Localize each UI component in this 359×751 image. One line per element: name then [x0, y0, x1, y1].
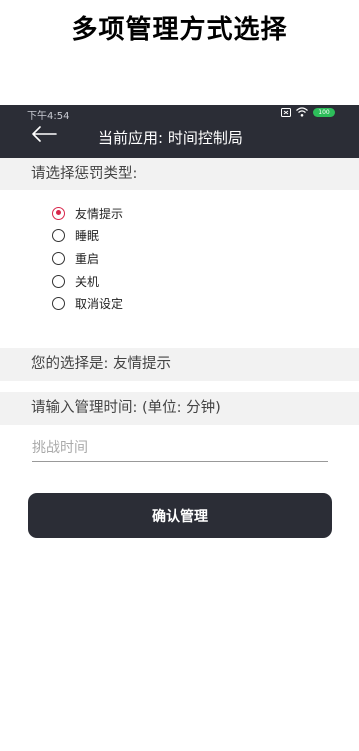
selection-display: 您的选择是: 友情提示 — [0, 348, 359, 381]
radio-button[interactable] — [52, 206, 65, 220]
phone-screen: 下午4:54 100 当前应用: 时间控制局 请选择惩罚类型: 友情提示 睡眠 … — [0, 105, 359, 751]
time-input-header: 请输入管理时间: (单位: 分钟) — [0, 392, 359, 425]
radio-button[interactable] — [52, 274, 65, 288]
app-bar: 下午4:54 100 当前应用: 时间控制局 — [0, 105, 359, 158]
radio-option-shutdown[interactable]: 关机 — [52, 270, 123, 293]
radio-label: 睡眠 — [75, 229, 100, 244]
sim-icon — [281, 107, 291, 117]
radio-label: 重启 — [75, 251, 100, 266]
back-arrow-icon — [31, 126, 57, 146]
radio-button[interactable] — [52, 297, 65, 311]
status-time: 下午4:54 — [27, 111, 70, 122]
radio-option-sleep[interactable]: 睡眠 — [52, 225, 123, 248]
punishment-radio-group: 友情提示 睡眠 重启 关机 取消设定 — [52, 202, 123, 315]
banner-title: 多项管理方式选择 — [71, 15, 288, 45]
radio-button[interactable] — [52, 229, 65, 243]
wifi-icon — [296, 107, 308, 117]
radio-button[interactable] — [52, 251, 65, 265]
confirm-manage-button[interactable]: 确认管理 — [28, 493, 332, 538]
radio-label: 关机 — [75, 274, 100, 289]
radio-label: 取消设定 — [75, 297, 124, 312]
radio-option-restart[interactable]: 重启 — [52, 247, 123, 270]
radio-label: 友情提示 — [75, 206, 124, 221]
app-title: 当前应用: 时间控制局 — [98, 129, 243, 147]
status-icons: 100 — [281, 106, 335, 118]
punishment-type-header: 请选择惩罚类型: — [0, 158, 359, 190]
back-button[interactable] — [31, 126, 57, 146]
challenge-time-input[interactable] — [32, 435, 328, 462]
radio-option-friendly-reminder[interactable]: 友情提示 — [52, 202, 123, 225]
banner: 多项管理方式选择 — [0, 0, 359, 105]
battery-icon: 100 — [313, 107, 335, 117]
radio-option-cancel[interactable]: 取消设定 — [52, 292, 123, 315]
